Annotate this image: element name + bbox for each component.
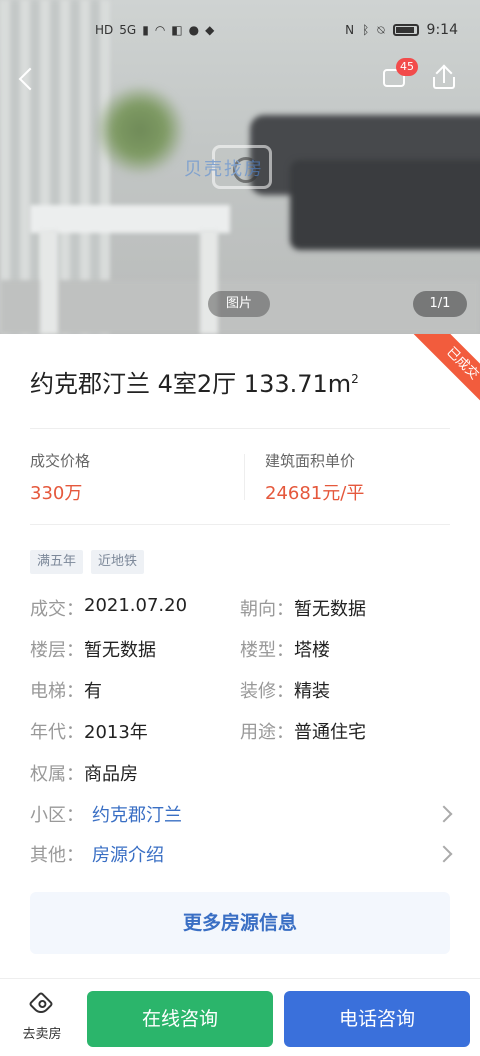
detail-deal-date: 成交： 2021.07.20 (30, 595, 187, 621)
tag-near-subway: 近地铁 (91, 550, 145, 574)
status-bar: HD 5G ▮ ◠ ◧ ● ◆ N ᛒ ⍉ 9:14 (0, 0, 480, 60)
detail-key: 成交： (30, 599, 84, 620)
listing-title-text: 约克郡汀兰 4室2厅 133.71m (30, 370, 352, 398)
detail-key: 小区： (30, 805, 84, 826)
detail-value: 暂无数据 (84, 640, 156, 661)
bluetooth-icon: ᛒ (362, 23, 370, 37)
top-nav: 45 (0, 55, 480, 105)
listing-title: 约克郡汀兰 4室2厅 133.71m2 (30, 364, 359, 399)
detail-year: 年代： 2013年 (30, 718, 148, 744)
detail-key: 楼型： (240, 640, 294, 661)
unit-price-label: 建筑面积单价 (265, 452, 356, 470)
detail-key: 用途： (240, 722, 294, 743)
tag-five-years: 满五年 (30, 550, 84, 574)
detail-key: 电梯： (30, 681, 84, 702)
detail-key: 朝向： (240, 599, 294, 620)
detail-value: 有 (84, 681, 102, 702)
detail-value: 普通住宅 (294, 722, 366, 743)
sell-house-button[interactable]: 去卖房 (14, 991, 70, 1047)
chat-icon: ● (188, 23, 200, 37)
detail-decoration: 装修： 精装 (240, 677, 330, 703)
detail-building-type: 楼型： 塔楼 (240, 636, 330, 662)
detail-value: 暂无数据 (294, 599, 366, 620)
sold-price-block: 成交价格 330万 (30, 450, 90, 505)
detail-orientation: 朝向： 暂无数据 (240, 595, 366, 621)
watermark-text: 贝壳找房 (184, 159, 264, 180)
phone-consult-button[interactable]: 电话咨询 (284, 991, 470, 1047)
community-link[interactable]: 约克郡汀兰 (92, 801, 182, 827)
app-icon: ◧ (171, 23, 183, 37)
detail-key: 楼层： (30, 640, 84, 661)
photo-table-blur (30, 205, 230, 233)
detail-key: 其他： (30, 845, 84, 866)
photo-tag[interactable]: 图片 (208, 291, 270, 317)
detail-floor: 楼层： 暂无数据 (30, 636, 156, 662)
listing-page: 贝壳找房 图片 1/1 HD 5G ▮ ◠ ◧ ● ◆ N ᛒ ⍉ 9:14 4… (0, 0, 480, 1056)
watermark: 贝壳找房 (184, 145, 314, 191)
detail-key: 权属： (30, 764, 84, 785)
message-button[interactable]: 45 (380, 58, 418, 93)
status-right: N ᛒ ⍉ 9:14 (345, 22, 458, 38)
message-badge: 45 (396, 58, 418, 76)
photo-table-leg (40, 230, 58, 334)
sold-ribbon: 已成交 (400, 334, 480, 414)
sell-house-label: 去卖房 (22, 1027, 62, 1042)
detail-key: 装修： (240, 681, 294, 702)
shield-icon: ◆ (205, 23, 215, 37)
divider (30, 428, 450, 429)
status-left: HD 5G ▮ ◠ ◧ ● ◆ (95, 23, 214, 37)
photo-sofa-seat-blur (290, 160, 480, 250)
photo-count: 1/1 (413, 291, 467, 317)
listing-intro-link[interactable]: 房源介绍 (92, 841, 164, 867)
share-button[interactable] (430, 63, 460, 93)
back-icon[interactable] (12, 61, 44, 97)
price-tag-icon (28, 991, 54, 1017)
signal-icon: ▮ (142, 23, 149, 37)
photo-table-leg (200, 230, 218, 334)
title-superscript: 2 (351, 372, 359, 386)
price-divider (244, 454, 245, 500)
mute-icon: ⍉ (377, 22, 385, 37)
detail-key: 年代： (30, 722, 84, 743)
online-consult-button[interactable]: 在线咨询 (87, 991, 273, 1047)
detail-community-row[interactable]: 小区： 约克郡汀兰 (30, 801, 450, 827)
nfc-icon: N (345, 23, 355, 37)
sold-price-value: 330万 (30, 483, 83, 504)
detail-other-row[interactable]: 其他： 房源介绍 (30, 841, 450, 867)
unit-price-block: 建筑面积单价 24681元/平 (265, 450, 364, 505)
detail-value: 商品房 (84, 764, 138, 785)
detail-usage: 用途： 普通住宅 (240, 718, 366, 744)
divider (30, 524, 450, 525)
wifi-icon: ◠ (154, 23, 166, 37)
detail-value: 塔楼 (294, 640, 330, 661)
detail-value: 2013年 (84, 722, 148, 743)
detail-value: 2021.07.20 (84, 595, 188, 616)
sold-price-label: 成交价格 (30, 452, 91, 470)
hd-icon: HD (95, 23, 114, 37)
battery-icon (392, 24, 419, 36)
detail-value: 精装 (294, 681, 330, 702)
more-listing-info-button[interactable]: 更多房源信息 (30, 892, 450, 954)
detail-ownership: 权属： 商品房 (30, 760, 138, 786)
sold-ribbon-label: 已成交 (410, 334, 480, 414)
status-time: 9:14 (426, 22, 458, 38)
unit-price-value: 24681元/平 (265, 483, 365, 504)
bottom-action-bar: 去卖房 在线咨询 电话咨询 (0, 978, 480, 1056)
listing-tags: 满五年 近地铁 (30, 550, 145, 574)
detail-elevator: 电梯：有 (30, 677, 102, 703)
5g-icon: 5G (119, 23, 137, 37)
